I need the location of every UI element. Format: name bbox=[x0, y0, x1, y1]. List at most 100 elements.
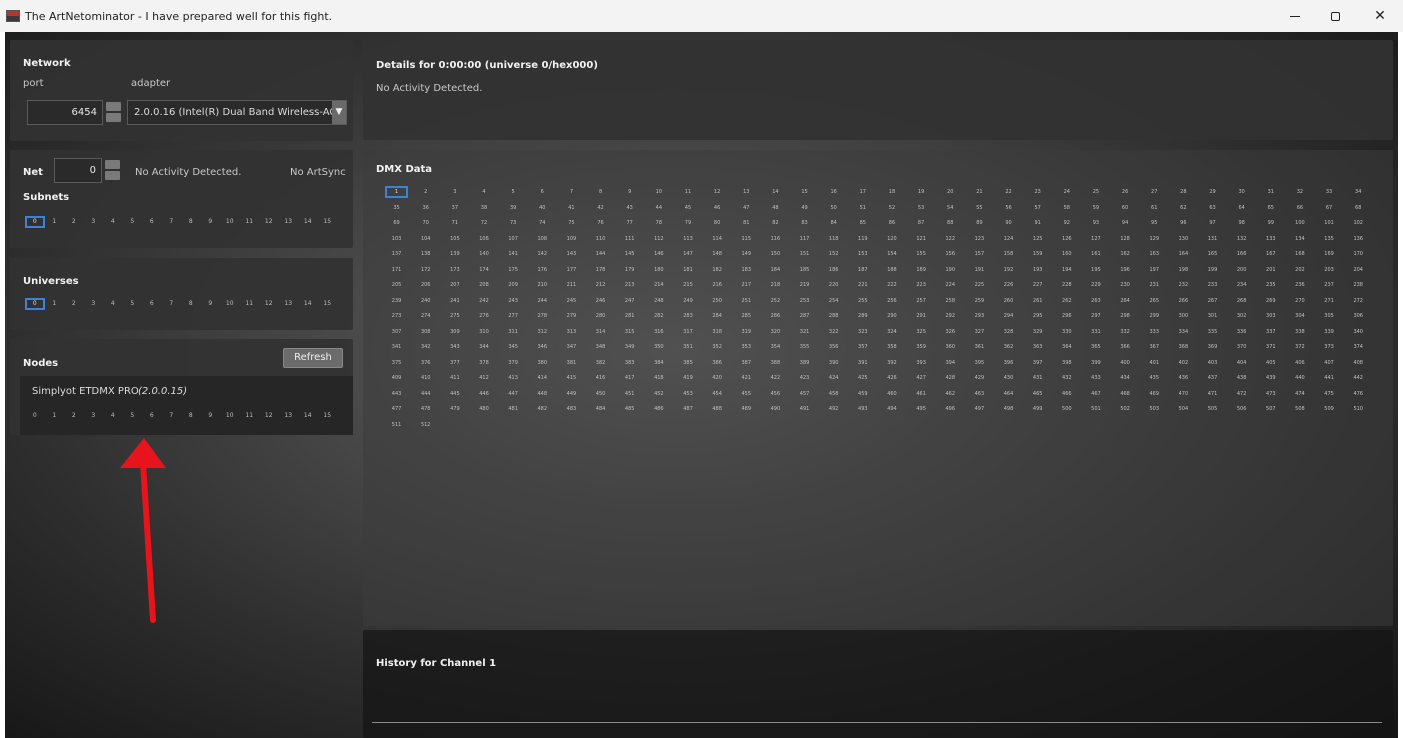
dmx-channel-99[interactable]: 99 bbox=[1256, 217, 1285, 229]
dmx-channel-26[interactable]: 26 bbox=[1111, 186, 1140, 198]
dmx-channel-212[interactable]: 212 bbox=[586, 279, 615, 291]
dmx-channel-315[interactable]: 315 bbox=[615, 326, 644, 338]
universe-button-12[interactable]: 12 bbox=[259, 298, 279, 310]
dmx-channel-398[interactable]: 398 bbox=[1052, 357, 1081, 369]
dmx-channel-290[interactable]: 290 bbox=[877, 310, 906, 322]
dmx-channel-264[interactable]: 264 bbox=[1111, 295, 1140, 307]
dmx-channel-488[interactable]: 488 bbox=[703, 403, 732, 415]
dmx-channel-10[interactable]: 10 bbox=[644, 186, 673, 198]
dmx-channel-391[interactable]: 391 bbox=[848, 357, 877, 369]
dmx-channel-496[interactable]: 496 bbox=[936, 403, 965, 415]
dmx-channel-68[interactable]: 68 bbox=[1344, 202, 1373, 214]
minimize-button[interactable] bbox=[1275, 0, 1315, 32]
dmx-channel-244[interactable]: 244 bbox=[528, 295, 557, 307]
net-input[interactable]: 0 bbox=[54, 158, 102, 183]
dmx-channel-349[interactable]: 349 bbox=[615, 341, 644, 353]
dmx-channel-302[interactable]: 302 bbox=[1227, 310, 1256, 322]
dmx-channel-272[interactable]: 272 bbox=[1344, 295, 1373, 307]
dmx-channel-263[interactable]: 263 bbox=[1081, 295, 1110, 307]
dmx-channel-118[interactable]: 118 bbox=[819, 233, 848, 245]
dmx-channel-277[interactable]: 277 bbox=[499, 310, 528, 322]
dmx-channel-148[interactable]: 148 bbox=[703, 248, 732, 260]
dmx-channel-286[interactable]: 286 bbox=[761, 310, 790, 322]
dmx-channel-210[interactable]: 210 bbox=[528, 279, 557, 291]
dmx-channel-74[interactable]: 74 bbox=[528, 217, 557, 229]
dmx-channel-402[interactable]: 402 bbox=[1169, 357, 1198, 369]
dmx-channel-293[interactable]: 293 bbox=[965, 310, 994, 322]
dmx-channel-213[interactable]: 213 bbox=[615, 279, 644, 291]
dmx-channel-404[interactable]: 404 bbox=[1227, 357, 1256, 369]
dmx-channel-22[interactable]: 22 bbox=[994, 186, 1023, 198]
dmx-channel-311[interactable]: 311 bbox=[499, 326, 528, 338]
dmx-channel-174[interactable]: 174 bbox=[469, 264, 498, 276]
dmx-channel-79[interactable]: 79 bbox=[673, 217, 702, 229]
dmx-channel-288[interactable]: 288 bbox=[819, 310, 848, 322]
dmx-channel-295[interactable]: 295 bbox=[1023, 310, 1052, 322]
dmx-channel-75[interactable]: 75 bbox=[557, 217, 586, 229]
dmx-channel-274[interactable]: 274 bbox=[411, 310, 440, 322]
dmx-channel-78[interactable]: 78 bbox=[644, 217, 673, 229]
dmx-channel-161[interactable]: 161 bbox=[1081, 248, 1110, 260]
dmx-channel-476[interactable]: 476 bbox=[1344, 388, 1373, 400]
dmx-channel-253[interactable]: 253 bbox=[790, 295, 819, 307]
dmx-channel-318[interactable]: 318 bbox=[703, 326, 732, 338]
dmx-channel-370[interactable]: 370 bbox=[1227, 341, 1256, 353]
dmx-channel-188[interactable]: 188 bbox=[877, 264, 906, 276]
dmx-channel-491[interactable]: 491 bbox=[790, 403, 819, 415]
dmx-channel-347[interactable]: 347 bbox=[557, 341, 586, 353]
dmx-channel-11[interactable]: 11 bbox=[673, 186, 702, 198]
dmx-channel-429[interactable]: 429 bbox=[965, 372, 994, 384]
dmx-channel-18[interactable]: 18 bbox=[877, 186, 906, 198]
dmx-channel-48[interactable]: 48 bbox=[761, 202, 790, 214]
dmx-channel-399[interactable]: 399 bbox=[1081, 357, 1110, 369]
dmx-channel-400[interactable]: 400 bbox=[1111, 357, 1140, 369]
dmx-channel-125[interactable]: 125 bbox=[1023, 233, 1052, 245]
dmx-channel-31[interactable]: 31 bbox=[1256, 186, 1285, 198]
dmx-channel-91[interactable]: 91 bbox=[1023, 217, 1052, 229]
dmx-channel-141[interactable]: 141 bbox=[499, 248, 528, 260]
dmx-channel-93[interactable]: 93 bbox=[1081, 217, 1110, 229]
dmx-channel-256[interactable]: 256 bbox=[877, 295, 906, 307]
dmx-channel-470[interactable]: 470 bbox=[1169, 388, 1198, 400]
dmx-channel-442[interactable]: 442 bbox=[1344, 372, 1373, 384]
dmx-channel-15[interactable]: 15 bbox=[790, 186, 819, 198]
dmx-channel-487[interactable]: 487 bbox=[673, 403, 702, 415]
dmx-channel-446[interactable]: 446 bbox=[469, 388, 498, 400]
dmx-channel-305[interactable]: 305 bbox=[1315, 310, 1344, 322]
dmx-channel-371[interactable]: 371 bbox=[1256, 341, 1285, 353]
dmx-channel-437[interactable]: 437 bbox=[1198, 372, 1227, 384]
dmx-channel-393[interactable]: 393 bbox=[907, 357, 936, 369]
subnet-button-14[interactable]: 14 bbox=[298, 216, 318, 228]
dmx-channel-25[interactable]: 25 bbox=[1081, 186, 1110, 198]
dmx-channel-51[interactable]: 51 bbox=[848, 202, 877, 214]
dmx-channel-215[interactable]: 215 bbox=[673, 279, 702, 291]
dmx-channel-160[interactable]: 160 bbox=[1052, 248, 1081, 260]
dmx-channel-346[interactable]: 346 bbox=[528, 341, 557, 353]
dmx-channel-194[interactable]: 194 bbox=[1052, 264, 1081, 276]
dmx-channel-420[interactable]: 420 bbox=[703, 372, 732, 384]
dmx-channel-20[interactable]: 20 bbox=[936, 186, 965, 198]
dmx-channel-435[interactable]: 435 bbox=[1140, 372, 1169, 384]
adapter-select[interactable]: 2.0.0.16 (Intel(R) Dual Band Wireless-AC… bbox=[127, 100, 347, 125]
dmx-channel-134[interactable]: 134 bbox=[1285, 233, 1314, 245]
dmx-channel-104[interactable]: 104 bbox=[411, 233, 440, 245]
universe-button-5[interactable]: 5 bbox=[123, 298, 143, 310]
dmx-channel-469[interactable]: 469 bbox=[1140, 388, 1169, 400]
dmx-channel-65[interactable]: 65 bbox=[1256, 202, 1285, 214]
dmx-channel-395[interactable]: 395 bbox=[965, 357, 994, 369]
dmx-channel-443[interactable]: 443 bbox=[382, 388, 411, 400]
dmx-channel-438[interactable]: 438 bbox=[1227, 372, 1256, 384]
node-item[interactable]: Simplyot ETDMX PRO (2.0.0.15) 0123456789… bbox=[20, 376, 353, 435]
dmx-channel-90[interactable]: 90 bbox=[994, 217, 1023, 229]
dmx-channel-217[interactable]: 217 bbox=[732, 279, 761, 291]
dmx-channel-50[interactable]: 50 bbox=[819, 202, 848, 214]
dmx-channel-356[interactable]: 356 bbox=[819, 341, 848, 353]
dmx-channel-100[interactable]: 100 bbox=[1285, 217, 1314, 229]
dmx-channel-489[interactable]: 489 bbox=[732, 403, 761, 415]
dmx-channel-249[interactable]: 249 bbox=[673, 295, 702, 307]
dmx-channel-63[interactable]: 63 bbox=[1198, 202, 1227, 214]
dmx-channel-218[interactable]: 218 bbox=[761, 279, 790, 291]
dmx-channel-193[interactable]: 193 bbox=[1023, 264, 1052, 276]
dmx-channel-246[interactable]: 246 bbox=[586, 295, 615, 307]
dmx-channel-384[interactable]: 384 bbox=[644, 357, 673, 369]
